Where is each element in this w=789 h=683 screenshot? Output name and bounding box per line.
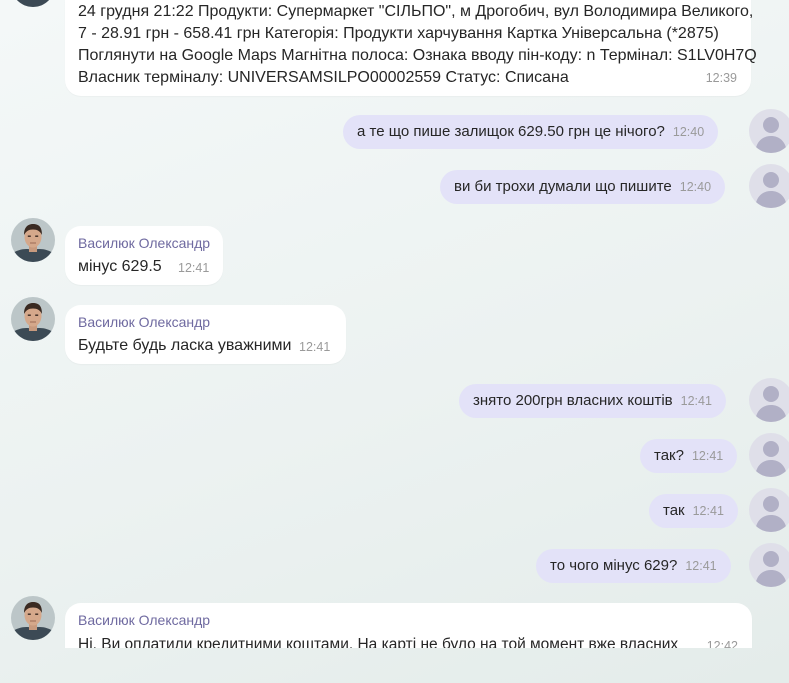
default-avatar-icon	[749, 488, 789, 532]
my-avatar[interactable]	[749, 543, 789, 587]
message-time: 12:42	[706, 639, 738, 648]
my-avatar[interactable]	[749, 378, 789, 422]
message-text: а те що пише залищок 629.50 грн це нічог…	[357, 123, 665, 140]
message-time: 12:41	[680, 394, 712, 408]
user-photo-icon	[11, 297, 55, 341]
my-avatar[interactable]	[749, 109, 789, 153]
message-text: Будьте будь ласка уважними	[78, 337, 292, 354]
sender-name[interactable]: Василюк Олександр	[78, 612, 210, 628]
default-avatar-icon	[749, 543, 789, 587]
message-line: 24 грудня 21:22 Продукти: Супермаркет "С…	[78, 3, 754, 20]
sender-name[interactable]: Василюк Олександр	[78, 314, 210, 330]
message-text: 24 грудня 21:22 Продукти: Супермаркет "С…	[78, 1, 757, 89]
incoming-message[interactable]: Василюк Олександр Ні. Ви оплатили кредит…	[65, 603, 752, 648]
outgoing-message[interactable]: так 12:41	[649, 494, 738, 528]
my-avatar[interactable]	[749, 164, 789, 208]
chat-history[interactable]: 24 грудня 21:22 Продукти: Супермаркет "С…	[0, 0, 789, 648]
message-text: Ні. Ви оплатили кредитними коштами. На к…	[78, 636, 679, 648]
message-line: 7 - 28.91 грн - 658.41 грн Категорія: Пр…	[78, 25, 719, 42]
contact-avatar[interactable]	[11, 218, 55, 262]
default-avatar-icon	[749, 378, 789, 422]
incoming-message[interactable]: Василюк Олександр мінус 629.5 12:41	[65, 226, 223, 285]
message-time: 12:41	[178, 261, 210, 275]
message-time: 12:40	[679, 180, 712, 194]
user-photo-icon	[11, 596, 55, 640]
message-text: ви би трохи думали що пишите	[454, 178, 672, 195]
contact-avatar[interactable]	[11, 297, 55, 341]
message-line: Власник терміналу: UNIVERSAMSILPO0000255…	[78, 69, 569, 86]
outgoing-message[interactable]: знято 200грн власних коштів 12:41	[459, 384, 726, 418]
message-line: Поглянути на Google Maps Магнітна полоса…	[78, 47, 757, 64]
default-avatar-icon	[749, 109, 789, 153]
chat-footer-area	[0, 648, 789, 683]
message-text: так	[663, 502, 685, 519]
message-text: мінус 629.5	[78, 258, 162, 275]
incoming-message[interactable]: Василюк Олександр Будьте будь ласка уваж…	[65, 305, 346, 364]
my-avatar[interactable]	[749, 488, 789, 532]
contact-avatar[interactable]	[11, 0, 55, 7]
incoming-message[interactable]: 24 грудня 21:22 Продукти: Супермаркет "С…	[65, 0, 757, 96]
message-time: 12:41	[691, 449, 724, 463]
message-time: 12:39	[705, 71, 737, 85]
message-time: 12:41	[692, 504, 724, 518]
default-avatar-icon	[749, 164, 789, 208]
my-avatar[interactable]	[749, 433, 789, 477]
default-avatar-icon	[749, 433, 789, 477]
user-photo-icon	[11, 0, 55, 7]
outgoing-message[interactable]: ви би трохи думали що пишите 12:40	[440, 170, 726, 204]
user-photo-icon	[11, 218, 55, 262]
message-text: так?	[654, 447, 684, 464]
message-time: 12:41	[685, 559, 717, 573]
outgoing-message[interactable]: а те що пише залищок 629.50 грн це нічог…	[343, 115, 719, 149]
message-text: то чого мінус 629?	[550, 557, 678, 574]
message-time: 12:41	[299, 340, 331, 354]
message-text: знято 200грн власних коштів	[473, 392, 673, 409]
outgoing-message[interactable]: так? 12:41	[640, 439, 738, 473]
contact-avatar[interactable]	[11, 596, 55, 640]
sender-name[interactable]: Василюк Олександр	[78, 235, 210, 251]
message-time: 12:40	[672, 125, 705, 139]
outgoing-message[interactable]: то чого мінус 629? 12:41	[536, 549, 731, 583]
